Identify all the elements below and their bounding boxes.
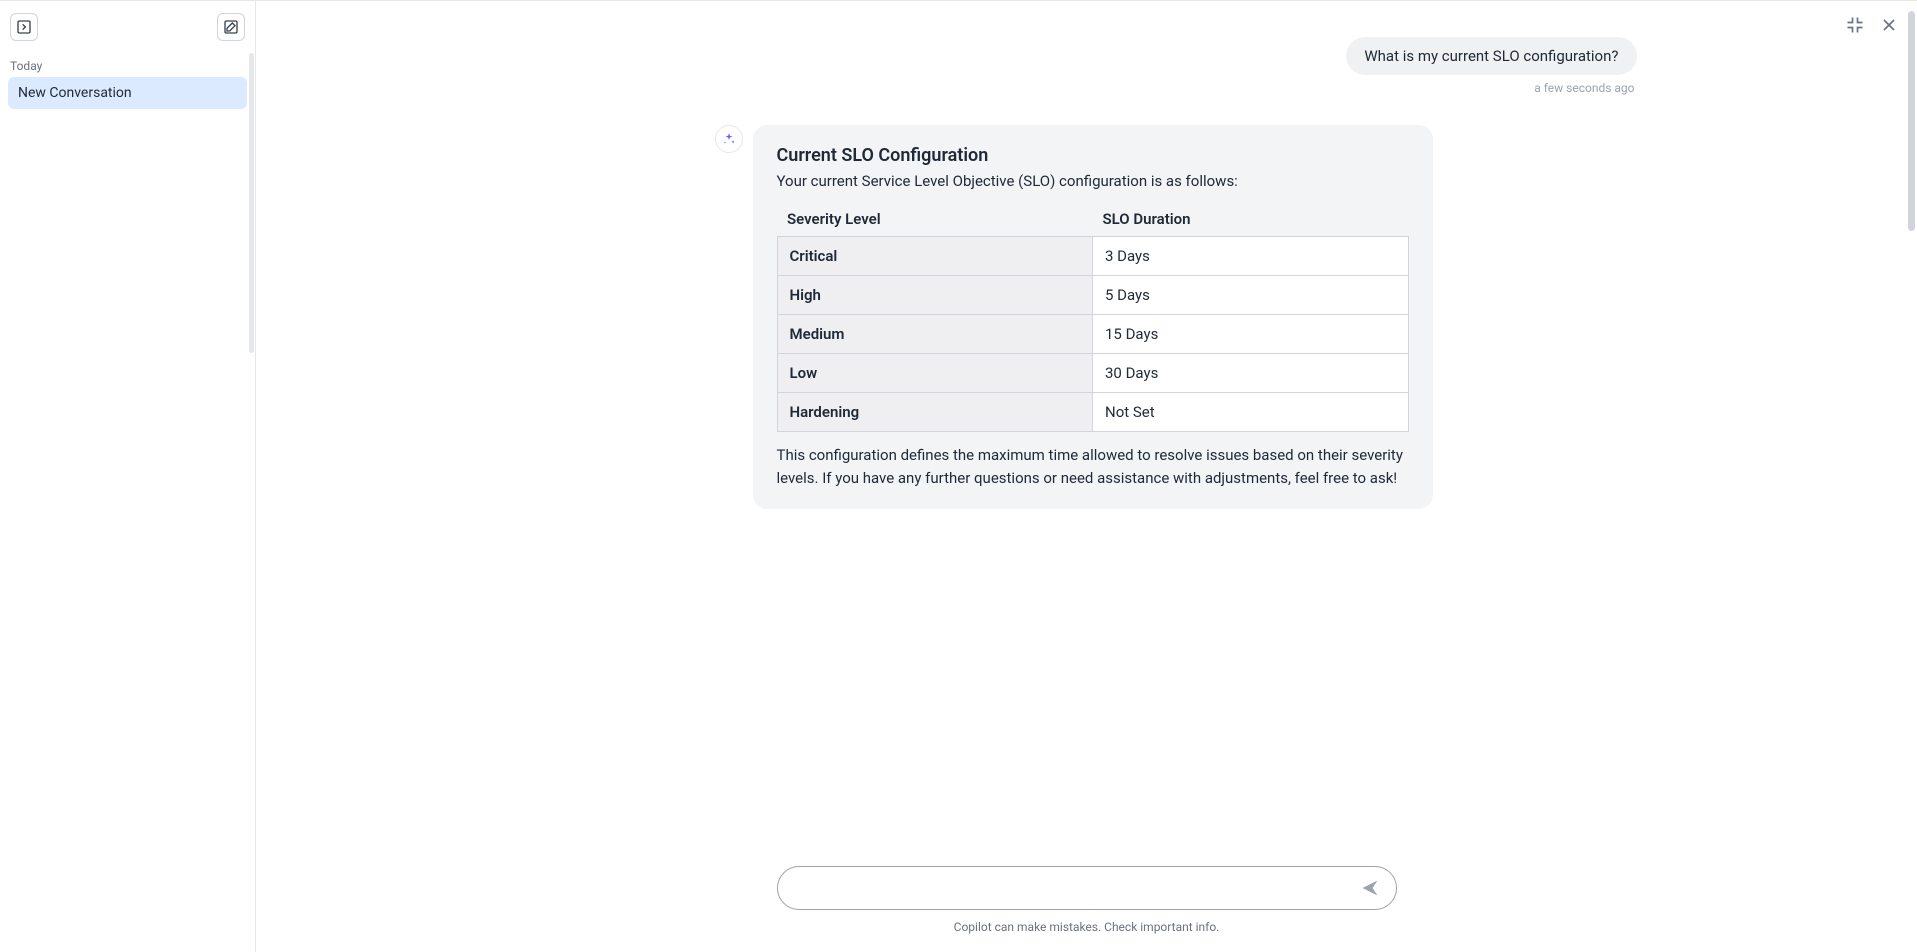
send-icon <box>1360 878 1380 898</box>
user-message-bubble: What is my current SLO configuration? <box>1346 37 1636 75</box>
cell-severity: Hardening <box>777 393 1093 432</box>
edit-square-icon <box>223 19 239 35</box>
disclaimer-text: Copilot can make mistakes. Check importa… <box>954 920 1220 934</box>
table-header-duration: SLO Duration <box>1093 202 1409 237</box>
assistant-avatar <box>715 125 743 153</box>
table-header-severity: Severity Level <box>777 202 1093 237</box>
composer-wrap: Copilot can make mistakes. Check importa… <box>256 866 1917 952</box>
sidebar-item-conversation[interactable]: New Conversation <box>8 77 247 109</box>
cell-duration: 15 Days <box>1093 315 1409 354</box>
cell-severity: High <box>777 276 1093 315</box>
assistant-message-card: Current SLO Configuration Your current S… <box>753 125 1433 509</box>
user-message-timestamp: a few seconds ago <box>1534 81 1634 95</box>
new-conversation-button[interactable] <box>217 13 245 41</box>
send-button[interactable] <box>1358 876 1382 900</box>
table-row: High 5 Days <box>777 276 1408 315</box>
composer <box>777 866 1397 910</box>
cell-severity: Critical <box>777 237 1093 276</box>
cell-duration: Not Set <box>1093 393 1409 432</box>
slo-table: Severity Level SLO Duration Critical 3 D… <box>777 202 1409 432</box>
close-icon[interactable] <box>1879 15 1899 35</box>
cell-duration: 5 Days <box>1093 276 1409 315</box>
toggle-sidebar-button[interactable] <box>10 13 38 41</box>
table-row: Low 30 Days <box>777 354 1408 393</box>
assistant-title: Current SLO Configuration <box>777 145 1409 166</box>
chat-area: What is my current SLO configuration? a … <box>256 1 1917 866</box>
cell-duration: 3 Days <box>1093 237 1409 276</box>
sidebar-scrollbar[interactable] <box>249 53 254 353</box>
chat-stream: What is my current SLO configuration? a … <box>537 37 1637 549</box>
table-row: Hardening Not Set <box>777 393 1408 432</box>
main-panel: What is my current SLO configuration? a … <box>256 1 1917 952</box>
table-header-row: Severity Level SLO Duration <box>777 202 1408 237</box>
user-message-row: What is my current SLO configuration? a … <box>537 37 1637 95</box>
table-row: Medium 15 Days <box>777 315 1408 354</box>
assistant-outro: This configuration defines the maximum t… <box>777 444 1409 489</box>
assistant-intro: Your current Service Level Objective (SL… <box>777 172 1409 190</box>
sidebar-item-label: New Conversation <box>18 85 132 101</box>
table-row: Critical 3 Days <box>777 237 1408 276</box>
sidebar: Today New Conversation <box>0 1 256 952</box>
top-actions <box>1845 15 1899 35</box>
sidebar-top-actions <box>8 9 247 49</box>
arrows-in-icon[interactable] <box>1845 15 1865 35</box>
assistant-message-row: Current SLO Configuration Your current S… <box>537 125 1637 509</box>
cell-severity: Medium <box>777 315 1093 354</box>
sparkle-icon <box>722 132 736 146</box>
sidebar-section-label: Today <box>8 53 247 77</box>
main-scrollbar[interactable] <box>1908 11 1915 231</box>
message-input[interactable] <box>792 880 1358 897</box>
chevron-right-square-icon <box>16 19 32 35</box>
cell-duration: 30 Days <box>1093 354 1409 393</box>
cell-severity: Low <box>777 354 1093 393</box>
